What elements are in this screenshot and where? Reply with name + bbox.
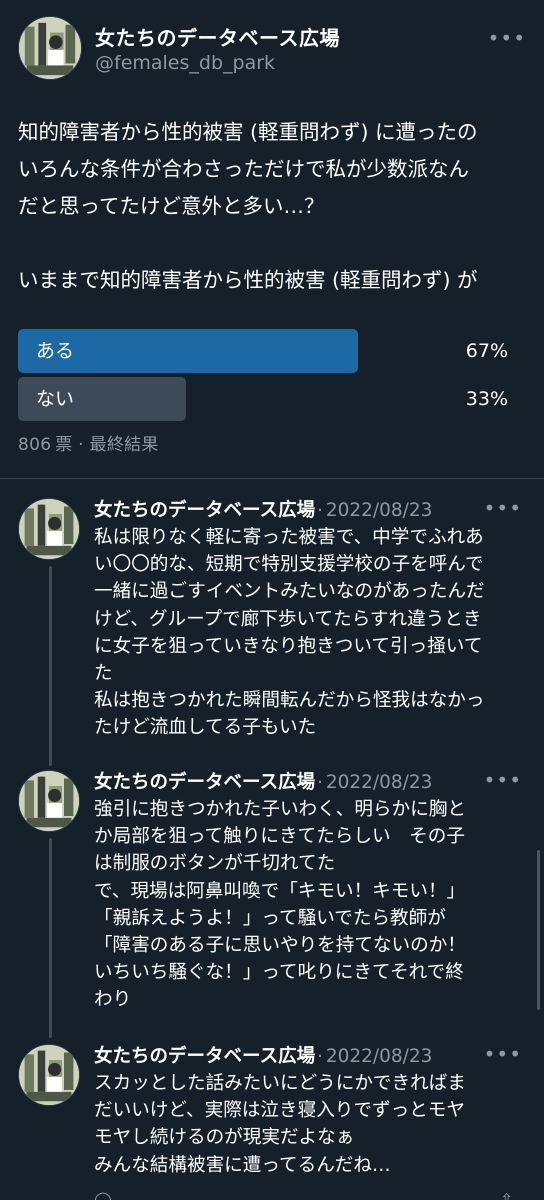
avatar[interactable] (18, 498, 80, 560)
post-date[interactable]: 2022/08/23 (326, 1046, 433, 1067)
display-name[interactable]: 女たちのデータベース広場 (94, 772, 315, 793)
reply-text-line: 「親訴えようよ！」って騒いでたら教師が (94, 907, 446, 929)
more-horizontal-icon[interactable]: ••• (488, 28, 526, 48)
scrollbar[interactable] (537, 850, 540, 1010)
tweet-text: 知的障害者から性的被害 (軽重問わず) に遭ったの いろんな条件が合わさっただけ… (18, 114, 528, 299)
user-handle[interactable]: @females_db_park (95, 52, 275, 74)
avatar[interactable] (18, 16, 82, 80)
reply-icon[interactable]: ◯ (94, 1190, 112, 1200)
reply-tweet[interactable]: 女たちのデータベース広場 · 2022/08/23 ••• 私は限りなく軽に寄った被… (18, 496, 530, 746)
display-name[interactable]: 女たちのデータベース広場 (95, 22, 340, 51)
reply-text-line: た (94, 663, 113, 685)
poll-option-percent: 67% (465, 340, 508, 362)
avatar[interactable] (18, 1044, 80, 1106)
more-horizontal-icon[interactable]: ••• (484, 770, 522, 790)
poll-vote-unit: 票 (55, 435, 73, 455)
poll-option-no[interactable]: ない (18, 377, 186, 421)
reply-text-line: い〇〇的な、短期で特別支援学校の子を呼んで (94, 554, 484, 576)
reply-text-line: わり (94, 989, 132, 1011)
poll-option-percent: 33% (465, 388, 508, 410)
post-date[interactable]: 2022/08/23 (326, 500, 433, 521)
poll-separator: · (78, 435, 84, 455)
display-name[interactable]: 女たちのデータベース広場 (94, 500, 315, 521)
poll-status: 最終結果 (89, 435, 159, 455)
reply-tweet[interactable]: 女たちのデータベース広場 · 2022/08/23 ••• 強引に抱きつかれた子いわ… (18, 768, 530, 1028)
avatar[interactable] (18, 770, 80, 832)
tweet-text-line: いままで知的障害者から性的被害 (軽重問わず) が (18, 268, 478, 292)
tweet-text-line: いろんな条件が合わさっただけで私が少数派なん (18, 157, 469, 181)
reply-text-line: みんな結構被害に遭ってるんだね… (94, 1154, 391, 1176)
reply-header: 女たちのデータベース広場 · 2022/08/23 (94, 496, 432, 524)
reply-header: 女たちのデータベース広場 · 2022/08/23 (94, 768, 432, 796)
main-tweet-header: 女たちのデータベース広場 @females_db_park ••• (18, 12, 528, 82)
reply-text: 強引に抱きつかれた子いわく、明らかに胸と か局部を狙って触りにきてたらしい その… (94, 796, 530, 1014)
reply-text-line: モヤし続けるのが現実だよなぁ (94, 1127, 355, 1149)
reply-text-line: 一緒に過ごすイベントみたいなのがあったんだ (94, 581, 485, 603)
avatar-illustration-icon (19, 499, 79, 559)
tweet-text-line: 知的障害者から性的被害 (軽重問わず) に遭ったの (18, 120, 478, 144)
tweet-text-blank-line (18, 225, 528, 262)
poll-option-label: ない (36, 388, 75, 410)
tweet-text-line: だと思ってたけど意外と多い…？ (18, 194, 325, 218)
post-date[interactable]: 2022/08/23 (326, 772, 433, 793)
reply-text-line: に女子を狙っていきなり抱きついて引っ掻いて (94, 635, 483, 657)
avatar-illustration-icon (19, 771, 79, 831)
avatar-illustration-icon (19, 17, 81, 79)
reply-tweet[interactable]: 女たちのデータベース広場 · 2022/08/23 ••• スカッとした話みたいにど… (18, 1042, 530, 1192)
share-icon[interactable]: ⇧ (500, 1190, 513, 1200)
reply-text-line: は制服のボタンが千切れてた (94, 853, 336, 875)
reply-text-line: けど、グループで廊下歩いてたらすれ違うとき (94, 608, 482, 630)
reply-header: 女たちのデータベース広場 · 2022/08/23 (94, 1042, 432, 1070)
tweet-thread-page: 女たちのデータベース広場 @females_db_park ••• 知的障害者か… (0, 0, 544, 1200)
reply-text-line: 「障害のある子に思いやりを持てないのか！ (94, 935, 466, 957)
reply-text-line: たけど流血してる子もいた (94, 717, 317, 739)
header-separator: · (317, 1046, 323, 1067)
poll-vote-count: 806 (18, 435, 52, 455)
poll-summary: 806 票 · 最終結果 (18, 430, 159, 455)
reply-text: 私は限りなく軽に寄った被害で、中学でふれあ い〇〇的な、短期で特別支援学校の子を… (94, 524, 530, 742)
reply-text-line: 私は限りなく軽に寄った被害で、中学でふれあ (94, 527, 484, 548)
reply-text-line: だいいけど、実際は泣き寝入りでずっとモヤ (94, 1100, 465, 1122)
header-separator: · (317, 500, 323, 521)
reply-text: スカッとした話みたいにどうにかできればま だいいけど、実際は泣き寝入りでずっとモ… (94, 1070, 530, 1179)
reply-text-line: いちいち騒ぐな！」って叱りにきてそれで終 (94, 962, 464, 984)
more-horizontal-icon[interactable]: ••• (484, 1044, 522, 1064)
reply-text-line: か局部を狙って触りにきてたらしい その子 (94, 826, 465, 848)
reply-text-line: 私は抱きつかれた瞬間転んだから怪我はなかっ (94, 690, 485, 712)
poll-option-yes[interactable]: ある (18, 329, 358, 373)
more-horizontal-icon[interactable]: ••• (484, 498, 522, 518)
reply-text-line: 強引に抱きつかれた子いわく、明らかに胸と (94, 799, 466, 820)
divider (0, 478, 544, 479)
reply-text-line: スカッとした話みたいにどうにかできればま (94, 1073, 466, 1094)
header-separator: · (317, 772, 323, 793)
reply-text-line: で、現場は阿鼻叫喚で「キモい！キモい！」 (94, 880, 466, 902)
poll-option-label: ある (36, 340, 75, 362)
display-name[interactable]: 女たちのデータベース広場 (94, 1046, 315, 1067)
avatar-illustration-icon (19, 1045, 79, 1105)
